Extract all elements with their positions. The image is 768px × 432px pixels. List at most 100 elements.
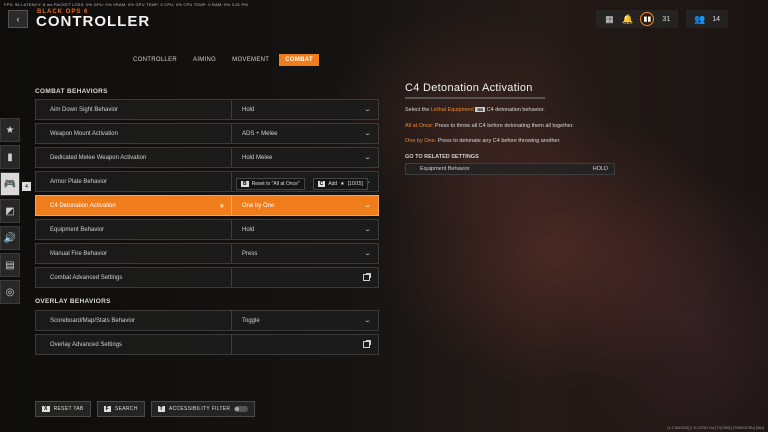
setting-detail-panel: C4 Detonation Activation Select the Leth…	[405, 82, 745, 176]
chevron-down-icon: ⌄	[363, 131, 372, 137]
external-link-icon	[363, 340, 371, 348]
friends-icon: 👥	[694, 14, 706, 24]
rail-item-favorites[interactable]: ★	[0, 118, 20, 142]
setting-value: Hold	[242, 106, 255, 113]
setting-row-c4-detonation[interactable]: C4 Detonation Activation ★ One by One ⌄	[35, 195, 379, 216]
rail-item-equipment[interactable]: ▮	[0, 145, 20, 169]
overlay-section-heading: OVERLAY BEHAVIORS	[35, 298, 111, 305]
reset-tab-button[interactable]: X RESET TAB	[35, 401, 91, 417]
reset-hint[interactable]: B Reset to "All at Once"	[236, 178, 305, 190]
setting-label: Aim Down Sight Behavior	[36, 100, 232, 119]
chevron-down-icon: ⌄	[363, 203, 372, 209]
related-heading: GO TO RELATED SETTINGS	[405, 154, 479, 161]
setting-value: Press	[242, 250, 258, 257]
related-setting-equipment[interactable]: Equipment Behavior HOLD	[405, 163, 615, 176]
interface-icon: ▤	[5, 259, 15, 271]
grid-icon[interactable]: ▦	[604, 14, 614, 24]
top-right-bar: ▦ 🔔 ▮▮ 31 👥 14	[596, 10, 728, 28]
setting-row-overlay-advanced[interactable]: Overlay Advanced Settings	[35, 334, 379, 355]
accessibility-key: T	[157, 406, 165, 412]
tab-movement[interactable]: MOVEMENT	[226, 54, 275, 66]
setting-row-weapon-mount[interactable]: Weapon Mount Activation ADS + Melee ⌄	[35, 123, 379, 144]
chevron-down-icon: ⌄	[363, 107, 372, 113]
related-value: HOLD	[592, 166, 608, 173]
setting-value: ADS + Melee	[242, 130, 278, 137]
option-name: All at Once:	[405, 122, 434, 129]
setting-value: Hold Melee	[242, 154, 273, 161]
rail-item-interface[interactable]: ▤	[0, 253, 20, 277]
star-icon: ★	[5, 124, 15, 136]
setting-value: One by One	[242, 202, 275, 209]
reset-tab-key: X	[42, 406, 50, 412]
back-button[interactable]: ‹	[8, 10, 28, 28]
rail-item-graphics[interactable]: ◩	[0, 199, 20, 223]
external-link-icon	[363, 273, 371, 281]
setting-label: Equipment Behavior	[36, 220, 232, 239]
option-all-at-once: All at Once: Press to throw all C4 befor…	[405, 123, 745, 131]
build-info: [1.2.2842028] [7-6.10235+11A] Th[7389] […	[667, 426, 764, 430]
accessibility-label: ACCESSIBILITY FILTER	[168, 406, 231, 412]
top-right-group: ▦ 🔔 ▮▮ 31	[596, 10, 679, 28]
combat-settings-list: Aim Down Sight Behavior Hold ⌄ Weapon Mou…	[35, 99, 379, 291]
option-one-by-one: One by One: Press to detonate any C4 bef…	[405, 138, 745, 146]
detail-description: Select the Lethal Equipment RB C4 detona…	[405, 107, 745, 115]
tab-controller[interactable]: CONTROLLER	[127, 54, 183, 66]
tab-aiming[interactable]: AIMING	[187, 54, 222, 66]
setting-row-scoreboard[interactable]: Scoreboard/Map/Stats Behavior Toggle ⌄	[35, 310, 379, 331]
star-icon[interactable]: ★	[219, 202, 225, 210]
setting-label: C4 Detonation Activation ★	[36, 196, 232, 215]
setting-label-text: C4 Detonation Activation	[50, 202, 116, 209]
grenade-icon: ▮	[7, 151, 13, 163]
row-action-hints: B Reset to "All at Once" C Add ★ [10/15]	[236, 177, 368, 191]
detail-title: C4 Detonation Activation	[405, 82, 545, 99]
setting-label: Dedicated Melee Weapon Activation	[36, 148, 232, 167]
currency-count: 31	[662, 15, 671, 23]
settings-tabs: CONTROLLER AIMING MOVEMENT COMBAT	[127, 54, 319, 66]
setting-value: Hold	[242, 226, 255, 233]
setting-label: Manual Fire Behavior	[36, 244, 232, 263]
setting-row-manual-fire[interactable]: Manual Fire Behavior Press ⌄	[35, 243, 379, 264]
rail-item-audio[interactable]: 🔊	[0, 226, 20, 250]
desc-text-end: C4 detonation behavior.	[486, 107, 545, 113]
search-key: F	[103, 406, 111, 412]
star-icon: ★	[340, 181, 345, 187]
category-rail: ★ ▮ 🎮 ◩ 🔊 ▤ ◎	[0, 118, 20, 307]
option-text: Press to detonate any C4 before throwing…	[437, 138, 561, 145]
display-icon: ◩	[5, 205, 15, 217]
accessibility-filter-button[interactable]: T ACCESSIBILITY FILTER	[150, 401, 256, 417]
rail-item-network[interactable]: ◎	[0, 280, 20, 304]
setting-label: Overlay Advanced Settings	[36, 335, 232, 354]
bumper-key-icon: RB	[475, 107, 486, 112]
chevron-down-icon: ⌄	[363, 318, 372, 324]
friends-count: 14	[712, 15, 720, 23]
lethal-equipment-link: Lethal Equipment	[431, 107, 474, 113]
option-name: One by One:	[405, 138, 437, 145]
chevron-left-icon: ‹	[16, 14, 20, 24]
search-button[interactable]: F SEARCH	[96, 401, 145, 417]
page-title: CONTROLLER	[36, 13, 151, 30]
friends-group[interactable]: 👥 14	[686, 10, 728, 28]
desc-text: Select the	[405, 107, 430, 113]
setting-row-dedicated-melee[interactable]: Dedicated Melee Weapon Activation Hold M…	[35, 147, 379, 168]
setting-row-aim-down-sight[interactable]: Aim Down Sight Behavior Hold ⌄	[35, 99, 379, 120]
rail-item-controller[interactable]: 🎮	[0, 172, 20, 196]
setting-label: Armor Plate Behavior	[36, 172, 232, 191]
reset-hint-label: Reset to "All at Once"	[251, 181, 300, 187]
setting-row-equipment-behavior[interactable]: Equipment Behavior Hold ⌄	[35, 219, 379, 240]
search-label: SEARCH	[114, 406, 138, 412]
reset-tab-label: RESET TAB	[53, 406, 84, 412]
reset-key: B	[241, 181, 249, 187]
combat-section-heading: COMBAT BEHAVIORS	[35, 88, 108, 95]
audio-icon: 🔊	[3, 232, 17, 244]
coin-icon[interactable]: ▮▮	[640, 12, 655, 26]
setting-label: Combat Advanced Settings	[36, 268, 232, 287]
accessibility-toggle[interactable]	[234, 406, 249, 412]
setting-row-combat-advanced[interactable]: Combat Advanced Settings	[35, 267, 379, 288]
network-icon: ◎	[5, 286, 15, 298]
related-label: Equipment Behavior	[420, 166, 470, 173]
bell-icon[interactable]: 🔔	[622, 14, 633, 24]
tab-combat[interactable]: COMBAT	[279, 54, 319, 66]
add-favorite-hint[interactable]: C Add ★ [10/15]	[312, 178, 368, 190]
performance-stats-bar: FPS: 96 LATENCY: 8 ms PACKET LOSS: 0% GP…	[4, 2, 248, 7]
add-key: C	[317, 181, 326, 187]
